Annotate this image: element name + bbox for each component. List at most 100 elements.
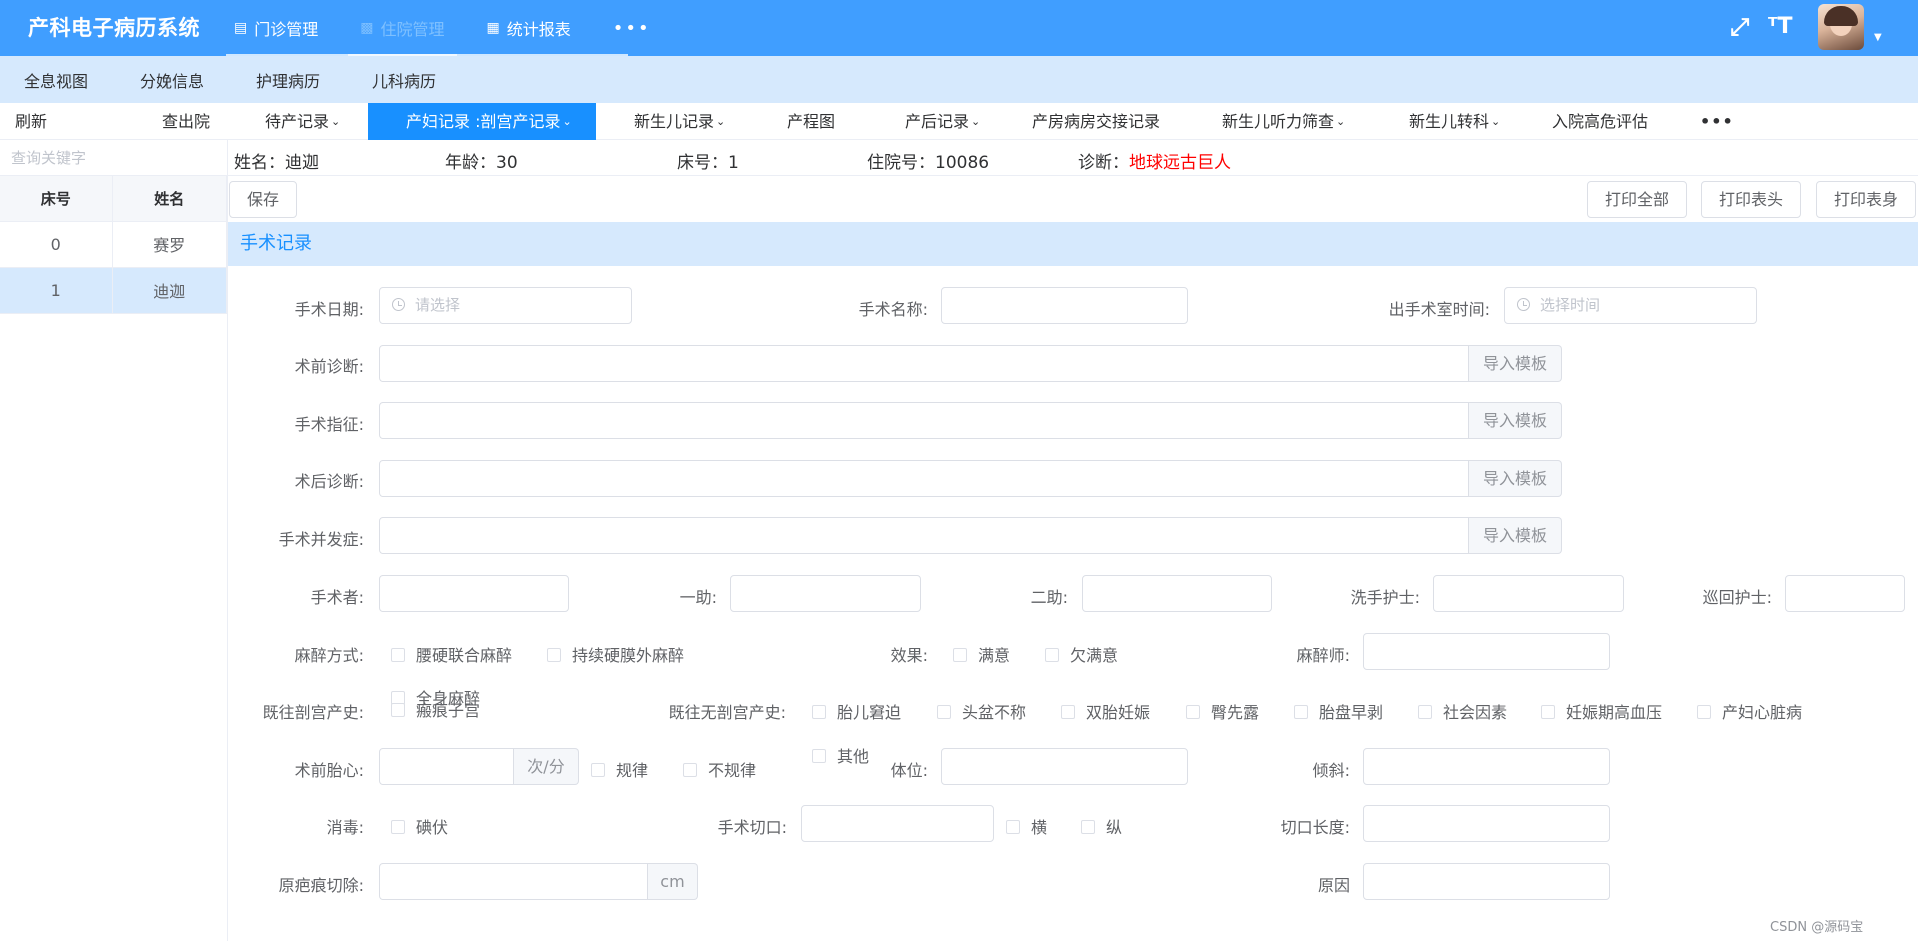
cell-name: 迪迦 — [112, 267, 227, 314]
fetal-heart-input[interactable] — [379, 748, 514, 785]
incision-length-label: 切口长度: — [1280, 818, 1350, 837]
checkbox-icon — [812, 749, 826, 763]
checkbox-icon — [1186, 705, 1200, 719]
incision-transverse-checkbox[interactable]: 横 — [1006, 814, 1047, 838]
twin-pregnancy-checkbox[interactable]: 双胎妊娠 — [1061, 699, 1150, 723]
assistant2-input[interactable] — [1082, 575, 1272, 612]
anesthetist-input[interactable] — [1363, 633, 1610, 670]
postop-diagnosis-label: 术后诊断: — [294, 472, 364, 491]
top-menu-inpatient[interactable]: ▩ 住院管理 — [348, 0, 457, 56]
checkbox-icon — [1418, 705, 1432, 719]
tab-newborn-record[interactable]: 新生儿记录 ⌄ — [634, 103, 725, 140]
fetal-distress-checkbox[interactable]: 胎儿窘迫 — [812, 699, 901, 723]
surgery-name-input[interactable] — [941, 287, 1188, 324]
scrub-nurse-input[interactable] — [1433, 575, 1624, 612]
preop-import-template-button[interactable]: 导入模板 — [1469, 345, 1562, 382]
anesthesia-cse-checkbox[interactable]: 腰硬联合麻醉 — [391, 642, 512, 666]
preop-diagnosis-input[interactable] — [379, 345, 1469, 382]
search-input[interactable] — [0, 140, 227, 176]
tabs-more-button[interactable]: ••• — [1700, 103, 1734, 140]
fetal-heart-irregular-checkbox[interactable]: 不规律 — [683, 757, 756, 781]
subnav-overview[interactable]: 全息视图 — [0, 68, 88, 92]
circulating-nurse-input[interactable] — [1785, 575, 1905, 612]
tab-newborn-transfer[interactable]: 新生儿转科 ⌄ — [1409, 103, 1500, 140]
scar-excision-input[interactable] — [379, 863, 648, 900]
tab-high-risk-assessment[interactable]: 入院高危评估 — [1552, 103, 1648, 140]
scar-excision-label: 原疤痕切除: — [278, 876, 364, 895]
incision-longitudinal-checkbox[interactable]: 纵 — [1081, 814, 1122, 838]
checkbox-icon — [1294, 705, 1308, 719]
patient-diagnosis: 诊断：地球远古巨人 — [1078, 148, 1231, 173]
checkbox-icon — [1006, 820, 1020, 834]
surgery-date-picker[interactable]: 请选择 — [379, 287, 632, 324]
postop-diagnosis-input[interactable] — [379, 460, 1469, 497]
font-size-icon[interactable]: ᵀT — [1768, 14, 1792, 39]
fetal-heart-regular-checkbox[interactable]: 规律 — [591, 757, 648, 781]
record-tabs: 刷新 查出院 待产记录 ⌄ 产妇记录 :剖宫产记录 ⌄ 新生儿记录 ⌄ 产程图 产后记… — [0, 103, 1918, 140]
subnav-delivery-info[interactable]: 分娩信息 — [116, 68, 204, 92]
tab-handover-record[interactable]: 产房病房交接记录 — [1032, 103, 1160, 140]
top-menu-more-button[interactable]: ••• — [605, 0, 659, 56]
checkbox-label: 腰硬联合麻醉 — [416, 646, 513, 665]
table-row[interactable]: 0 赛罗 — [0, 221, 227, 268]
exit-time-picker[interactable]: 选择时间 — [1504, 287, 1757, 324]
effect-unsatisfied-checkbox[interactable]: 欠满意 — [1045, 642, 1118, 666]
tab-hearing-screening[interactable]: 新生儿听力筛查 ⌄ — [1222, 103, 1345, 140]
indication-import-template-button[interactable]: 导入模板 — [1469, 402, 1562, 439]
tab-postpartum-record[interactable]: 产后记录 ⌄ — [905, 103, 980, 140]
checkbox-label: 瘢痕子宫 — [416, 701, 481, 720]
chevron-down-icon: ⌄ — [331, 115, 341, 128]
top-menu-statistics[interactable]: ▦ 统计报表 — [479, 0, 579, 56]
checkbox-icon — [683, 763, 697, 777]
caret-down-icon[interactable]: ▼ — [1874, 32, 1882, 43]
subnav-nursing-record[interactable]: 护理病历 — [232, 68, 320, 92]
top-menu-label: 住院管理 — [380, 20, 445, 39]
fullscreen-icon[interactable]: ⤢ — [1730, 13, 1749, 41]
checkbox-label: 横 — [1031, 818, 1048, 837]
print-all-button[interactable]: 打印全部 — [1587, 181, 1687, 218]
social-factor-checkbox[interactable]: 社会因素 — [1418, 699, 1507, 723]
tab-labor-record[interactable]: 待产记录 ⌄ — [265, 103, 340, 140]
refresh-button[interactable]: 刷新 — [15, 103, 47, 140]
chevron-down-icon: ⌄ — [1491, 115, 1501, 128]
cpd-checkbox[interactable]: 头盆不称 — [937, 699, 1026, 723]
anesthesia-epidural-checkbox[interactable]: 持续硬膜外麻醉 — [547, 642, 684, 666]
tilt-input[interactable] — [1363, 748, 1610, 785]
top-menu-outpatient[interactable]: ▤ 门诊管理 — [226, 0, 326, 56]
subnav-pediatric-record[interactable]: 儿科病历 — [348, 68, 436, 92]
maternal-heart-disease-checkbox[interactable]: 产妇心脏病 — [1697, 699, 1802, 723]
patient-list-panel: 床号 姓名 0 赛罗 1 迪迦 — [0, 140, 228, 941]
postop-import-template-button[interactable]: 导入模板 — [1469, 460, 1562, 497]
gestational-hypertension-checkbox[interactable]: 妊娠期高血压 — [1541, 699, 1662, 723]
position-input[interactable] — [941, 748, 1188, 785]
table-row-selected[interactable]: 1 迪迦 — [0, 267, 227, 314]
tab-partogram[interactable]: 产程图 — [787, 103, 835, 140]
indication-input[interactable] — [379, 402, 1469, 439]
scar-excision-unit: cm — [648, 863, 698, 900]
tab-maternal-cesarean-record[interactable]: 产妇记录 :剖宫产记录 ⌄ — [368, 103, 596, 140]
column-header-bed: 床号 — [0, 176, 113, 222]
checkbox-icon — [1697, 705, 1711, 719]
surgeon-input[interactable] — [379, 575, 569, 612]
print-header-button[interactable]: 打印表头 — [1701, 181, 1801, 218]
placental-abruption-checkbox[interactable]: 胎盘早剥 — [1294, 699, 1383, 723]
complication-input[interactable] — [379, 517, 1469, 554]
avatar[interactable] — [1818, 4, 1864, 50]
save-button[interactable]: 保存 — [229, 181, 297, 218]
scar-uterus-checkbox[interactable]: 瘢痕子宫 — [391, 697, 480, 721]
checkbox-icon — [547, 648, 561, 662]
checkbox-icon — [591, 763, 605, 777]
iodophor-checkbox[interactable]: 碘伏 — [391, 814, 448, 838]
surgeon-label: 手术者: — [310, 588, 364, 607]
discharge-query-button[interactable]: 查出院 — [162, 103, 210, 140]
effect-satisfied-checkbox[interactable]: 满意 — [953, 642, 1010, 666]
effect-label: 效果: — [890, 646, 928, 665]
incision-length-input[interactable] — [1363, 805, 1610, 842]
incision-input[interactable] — [801, 805, 994, 842]
breech-checkbox[interactable]: 臀先露 — [1186, 699, 1259, 723]
reason-input[interactable] — [1363, 863, 1610, 900]
assistant1-input[interactable] — [730, 575, 921, 612]
prior-cs-label: 既往剖宫产史: — [262, 703, 364, 722]
complication-import-template-button[interactable]: 导入模板 — [1469, 517, 1562, 554]
print-body-button[interactable]: 打印表身 — [1816, 181, 1916, 218]
